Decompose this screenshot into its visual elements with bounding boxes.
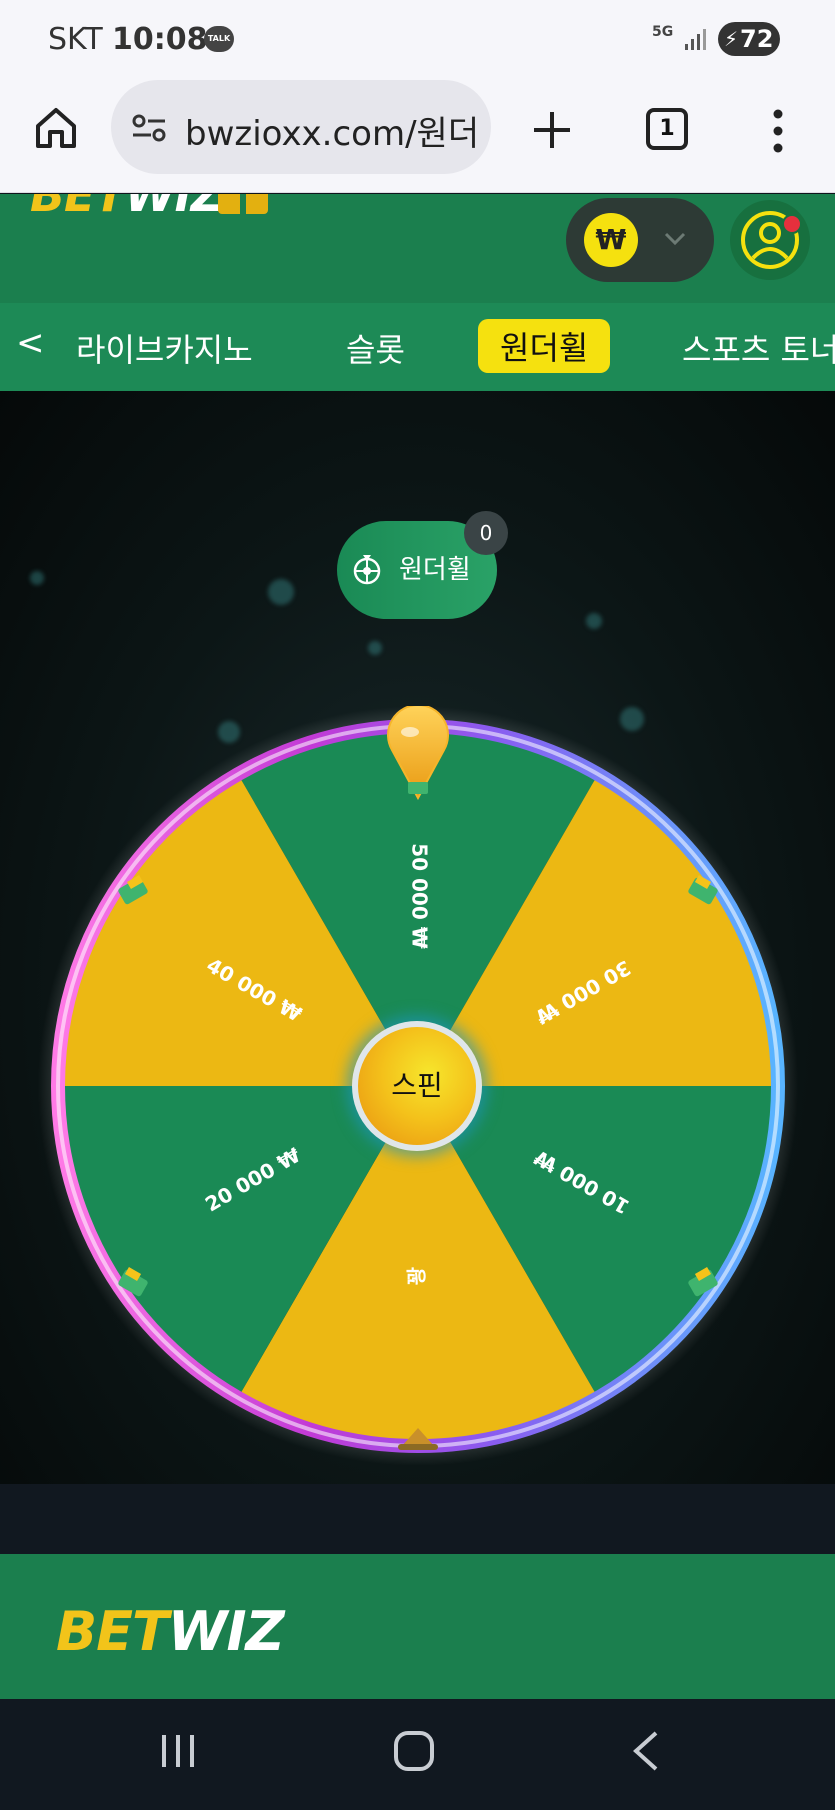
- chevron-down-icon: [664, 232, 686, 246]
- spin-button[interactable]: 스핀: [352, 1021, 482, 1151]
- category-nav: < 라이브카지노 슬롯 원더휠 스포츠 토너: [0, 303, 835, 391]
- bg-bubble: [586, 613, 602, 629]
- footer: BETWIZ: [0, 1554, 835, 1699]
- wheel-icon: [353, 555, 381, 585]
- network-type: 5G: [652, 24, 674, 40]
- browser-toolbar: bwzioxx.com/원더 1: [0, 80, 835, 193]
- won-currency-icon: ₩: [584, 213, 638, 267]
- tab-switcher-button[interactable]: 1: [646, 108, 688, 150]
- wonder-wheel-label: 원더휠: [399, 555, 471, 585]
- gift-icon[interactable]: [218, 194, 268, 214]
- nav-back-button[interactable]: <: [16, 323, 45, 363]
- back-nav-icon[interactable]: [630, 1729, 662, 1773]
- segment-label: 꽝: [405, 1267, 429, 1285]
- battery-level: 72: [740, 25, 774, 53]
- bg-bubble: [368, 641, 382, 655]
- clock: 10:08: [112, 22, 208, 57]
- spin-count-badge: 0: [464, 511, 508, 555]
- nav-item-live-casino[interactable]: 라이브카지노: [76, 325, 253, 371]
- wonder-wheel-area: 원더휠 0 50 000 ₩30 000 ₩10 000 ₩ 꽝 20 000 ₩4…: [0, 391, 835, 1484]
- bg-bubble: [30, 571, 44, 585]
- footer-logo[interactable]: BETWIZ: [56, 1600, 285, 1663]
- system-nav-bar: [0, 1699, 835, 1810]
- nav-item-sports-tournament[interactable]: 스포츠 토너: [682, 325, 835, 371]
- signal-icon: [685, 29, 706, 50]
- home-nav-icon[interactable]: [392, 1729, 436, 1773]
- new-tab-icon[interactable]: [530, 108, 574, 152]
- nav-item-slots[interactable]: 슬롯: [346, 325, 405, 371]
- charging-icon: ⚡: [724, 27, 739, 51]
- home-icon[interactable]: [32, 104, 80, 152]
- section-divider: [0, 1484, 835, 1554]
- segment-label: 50 000 ₩: [408, 843, 432, 949]
- url-text: bwzioxx.com/원더: [185, 114, 480, 154]
- user-icon: [741, 211, 799, 269]
- nav-item-wonder-wheel[interactable]: 원더휠: [478, 319, 611, 373]
- site-logo[interactable]: BETWIZ: [30, 194, 224, 222]
- bg-bubble: [268, 579, 294, 605]
- site-header: BETWIZ ₩: [0, 194, 835, 303]
- currency-selector[interactable]: ₩: [566, 198, 714, 282]
- notification-dot: [782, 214, 802, 234]
- url-bar[interactable]: bwzioxx.com/원더: [111, 80, 491, 174]
- carrier-label: SKT: [48, 22, 103, 57]
- battery-icon: ⚡ 72: [718, 22, 780, 56]
- talk-notification-icon: TALK: [204, 26, 234, 52]
- recent-apps-icon[interactable]: [158, 1729, 198, 1773]
- user-avatar-button[interactable]: [730, 200, 810, 280]
- status-bar: SKT 10:08 TALK 5G ⚡ 72: [0, 0, 835, 80]
- more-menu-icon[interactable]: [768, 106, 788, 156]
- site-settings-icon[interactable]: [131, 110, 167, 146]
